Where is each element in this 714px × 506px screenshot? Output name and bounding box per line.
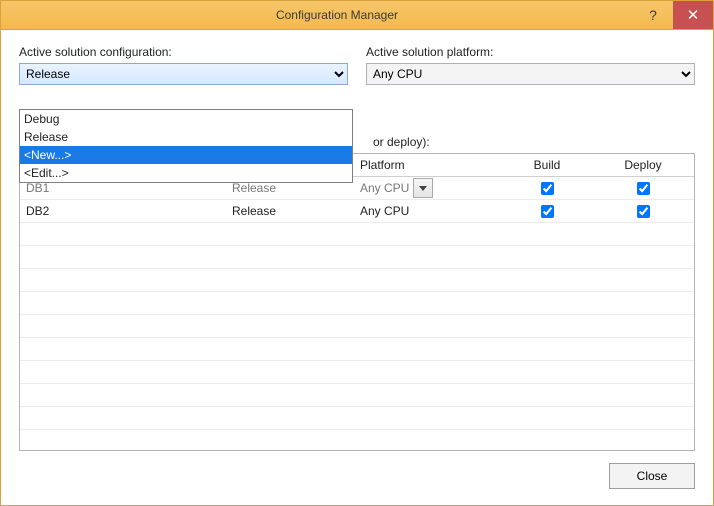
table-row-empty [20, 223, 694, 246]
active-solution-platform-label: Active solution platform: [366, 45, 695, 59]
title-bar: Configuration Manager ? ✕ [1, 1, 713, 30]
close-button[interactable]: Close [609, 463, 695, 489]
help-icon: ? [649, 7, 657, 23]
active-platform-col: Active solution platform: Any CPU [366, 45, 695, 85]
config-option[interactable]: <New...> [20, 146, 352, 164]
close-icon: ✕ [687, 8, 700, 23]
col-header-build[interactable]: Build [502, 154, 592, 176]
cell-platform[interactable]: Any CPU [354, 177, 502, 199]
table-row-empty [20, 292, 694, 315]
grid-body: DB1ReleaseAny CPUDB2ReleaseAny CPU [20, 177, 694, 451]
table-row-empty [20, 407, 694, 430]
cell-platform[interactable]: Any CPU [354, 200, 502, 222]
close-window-button[interactable]: ✕ [673, 1, 713, 29]
active-solution-configuration-dropdown[interactable]: Release [19, 63, 348, 85]
deploy-checkbox[interactable] [637, 205, 650, 218]
active-config-col: Active solution configuration: Release [19, 45, 348, 85]
cell-build [502, 177, 592, 199]
active-solution-configuration-options-list[interactable]: DebugRelease<New...><Edit...> [19, 109, 353, 183]
deploy-checkbox[interactable] [637, 182, 650, 195]
build-checkbox[interactable] [541, 205, 554, 218]
cell-project: DB2 [20, 200, 226, 222]
dialog-content: Active solution configuration: Release A… [1, 29, 713, 505]
cell-configuration[interactable]: Release [226, 200, 354, 222]
table-row-empty [20, 338, 694, 361]
configuration-manager-window: Configuration Manager ? ✕ Active solutio… [0, 0, 714, 506]
active-solution-configuration-label: Active solution configuration: [19, 45, 348, 59]
table-row-empty [20, 269, 694, 292]
active-solution-platform-dropdown[interactable]: Any CPU [366, 63, 695, 85]
col-header-deploy[interactable]: Deploy [592, 154, 694, 176]
cell-deploy [592, 177, 694, 199]
table-row-empty [20, 315, 694, 338]
help-button[interactable]: ? [633, 1, 673, 29]
table-row-empty [20, 430, 694, 451]
table-row-empty [20, 246, 694, 269]
cell-deploy [592, 200, 694, 222]
project-contexts-grid: Project Configuration Platform Build Dep… [19, 153, 695, 451]
table-row: DB2Release Any CPU [20, 200, 694, 223]
table-row-empty [20, 384, 694, 407]
window-title: Configuration Manager [41, 8, 633, 22]
build-checkbox[interactable] [541, 182, 554, 195]
top-row: Active solution configuration: Release A… [19, 45, 695, 85]
config-option[interactable]: Debug [20, 110, 352, 128]
table-row-empty [20, 361, 694, 384]
project-contexts-label: or deploy): [373, 135, 430, 149]
config-option[interactable]: <Edit...> [20, 164, 352, 182]
col-header-platform[interactable]: Platform [354, 154, 502, 176]
config-option[interactable]: Release [20, 128, 352, 146]
platform-value: Any CPU [360, 181, 409, 195]
platform-value: Any CPU [360, 204, 409, 218]
cell-build [502, 200, 592, 222]
chevron-down-icon[interactable] [413, 178, 433, 198]
